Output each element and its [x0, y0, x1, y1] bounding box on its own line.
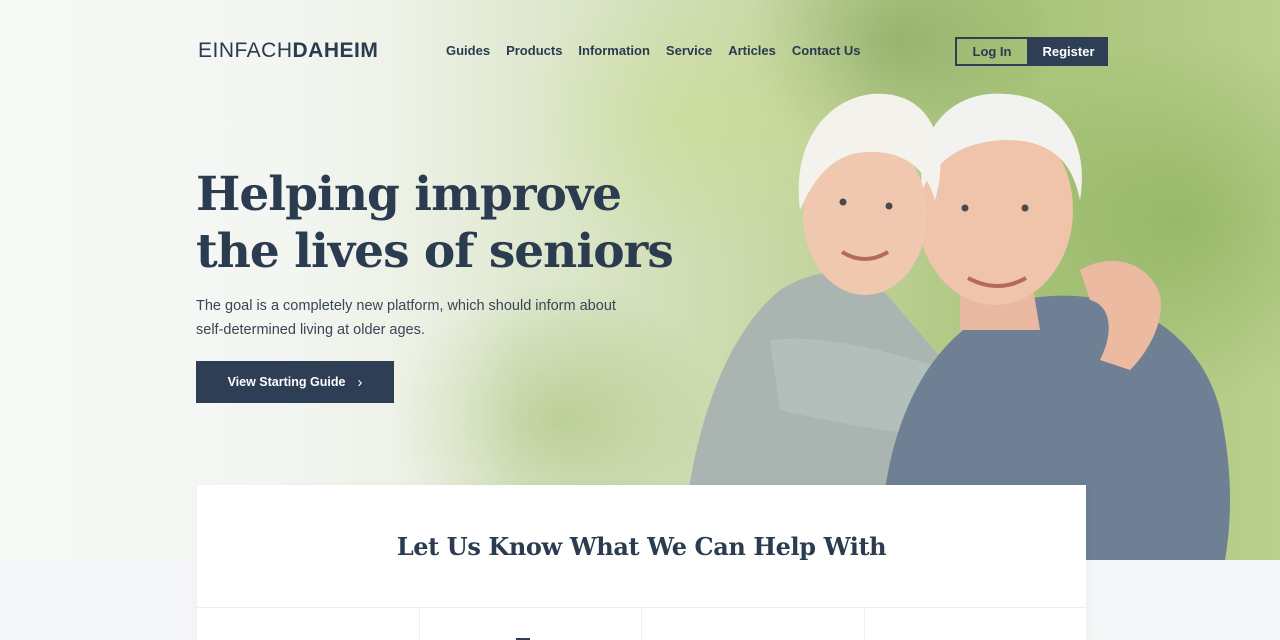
help-categories-row	[197, 607, 1086, 640]
help-category-card[interactable]	[197, 608, 420, 640]
help-category-card[interactable]	[420, 608, 642, 640]
nav-articles[interactable]: Articles	[728, 43, 776, 58]
view-starting-guide-button[interactable]: View Starting Guide ›	[196, 361, 394, 403]
cta-label: View Starting Guide	[227, 375, 346, 389]
help-section-card: Let Us Know What We Can Help With	[197, 485, 1086, 640]
logo-text-light: EINFACH	[198, 39, 293, 62]
login-button[interactable]: Log In	[955, 37, 1029, 66]
hero-subtext: The goal is a completely new platform, w…	[196, 298, 616, 338]
nav-guides[interactable]: Guides	[446, 43, 490, 58]
main-nav: Guides Products Information Service Arti…	[446, 43, 877, 58]
nav-service[interactable]: Service	[666, 43, 712, 58]
register-button[interactable]: Register	[1029, 37, 1108, 66]
hero-headline-line1: Helping improve	[196, 167, 622, 222]
help-category-card[interactable]	[865, 608, 1087, 640]
logo-text-bold: DAHEIM	[292, 39, 379, 62]
site-logo[interactable]: EINFACHDAHEIM	[198, 39, 378, 63]
hero-headline: Helping improve the lives of seniors	[196, 166, 676, 280]
nav-information[interactable]: Information	[578, 43, 650, 58]
hero-headline-line2: the lives of seniors	[196, 224, 674, 279]
help-section-title: Let Us Know What We Can Help With	[396, 532, 887, 561]
nav-contact-us[interactable]: Contact Us	[792, 43, 861, 58]
help-category-card[interactable]	[642, 608, 865, 640]
nav-products[interactable]: Products	[506, 43, 562, 58]
chevron-right-icon: ›	[357, 373, 363, 391]
hero-section	[0, 0, 1280, 560]
